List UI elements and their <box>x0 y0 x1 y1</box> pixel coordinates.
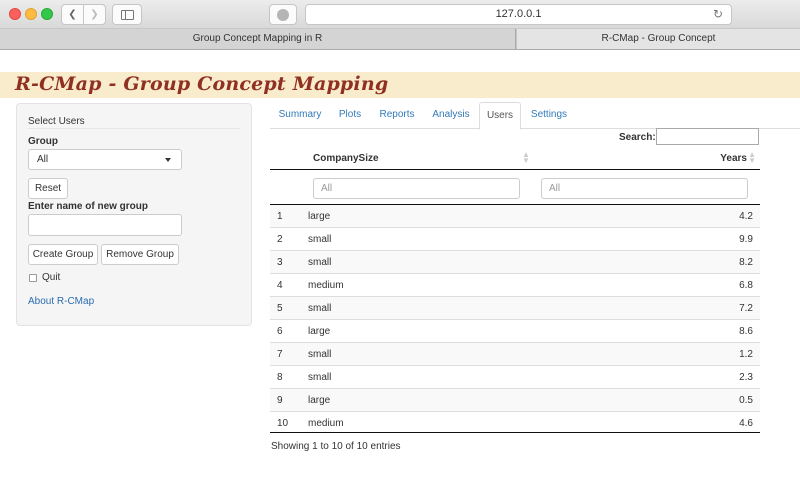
row-years: 7.2 <box>739 303 753 314</box>
puzzle-icon <box>277 8 289 21</box>
table-row: 4 medium 6.8 <box>270 274 760 297</box>
row-index: 3 <box>277 257 283 268</box>
row-years: 2.3 <box>739 372 753 383</box>
row-index: 7 <box>277 349 283 360</box>
remove-group-button[interactable]: Remove Group <box>101 244 179 265</box>
row-index: 4 <box>277 280 283 291</box>
quit-label: Quit <box>42 272 61 283</box>
minimize-window-button[interactable] <box>25 8 37 20</box>
browser-tab-1[interactable]: Group Concept Mapping in R <box>0 29 516 49</box>
table-row: 1 large 4.2 <box>270 205 760 228</box>
companysize-filter-input[interactable]: All <box>313 178 520 199</box>
sort-icon[interactable]: ▲ ▼ <box>522 151 530 165</box>
row-index: 10 <box>277 418 289 429</box>
row-companysize: large <box>308 211 331 222</box>
reset-button[interactable]: Reset <box>28 178 68 199</box>
table-row: 3 small 8.2 <box>270 251 760 274</box>
row-years: 4.2 <box>739 211 753 222</box>
table-row: 5 small 7.2 <box>270 297 760 320</box>
column-header-years[interactable]: Years <box>720 153 747 164</box>
row-index: 2 <box>277 234 283 245</box>
table-row: 7 small 1.2 <box>270 343 760 366</box>
table-footer-line <box>270 432 760 433</box>
row-years: 1.2 <box>739 349 753 360</box>
table-info: Showing 1 to 10 of 10 entries <box>271 441 401 452</box>
row-index: 8 <box>277 372 283 383</box>
row-companysize: small <box>308 257 332 268</box>
reload-icon[interactable]: ↻ <box>713 5 723 24</box>
new-group-input[interactable] <box>28 214 182 236</box>
tab-plots[interactable]: Plots <box>330 102 370 129</box>
row-years: 4.6 <box>739 418 753 429</box>
quit-checkbox[interactable] <box>29 274 37 282</box>
table-row: 9 large 0.5 <box>270 389 760 412</box>
extension-button[interactable] <box>269 4 297 25</box>
about-link[interactable]: About R-CMap <box>28 296 94 307</box>
table-header: CompanySize ▲ ▼ Years ▲ ▼ <box>270 148 760 170</box>
url-text: 127.0.0.1 <box>495 8 542 20</box>
row-companysize: medium <box>308 280 344 291</box>
group-select[interactable]: All <box>28 149 182 170</box>
years-filter-input[interactable]: All <box>541 178 748 199</box>
sidebar-icon <box>120 9 134 20</box>
main-tabs: Summary Plots Reports Analysis Users Set… <box>270 102 800 130</box>
row-index: 9 <box>277 395 283 406</box>
browser-titlebar: ❮ ❯ 127.0.0.1 ↻ <box>0 0 800 29</box>
tab-reports[interactable]: Reports <box>372 102 422 129</box>
table-row: 8 small 2.3 <box>270 366 760 389</box>
app-title: R-CMap - Group Concept Mapping <box>15 73 389 95</box>
create-group-button[interactable]: Create Group <box>28 244 98 265</box>
sidebar-section-title: Select Users <box>28 116 85 127</box>
divider <box>28 128 240 129</box>
zoom-window-button[interactable] <box>41 8 53 20</box>
row-companysize: small <box>308 372 332 383</box>
row-years: 8.6 <box>739 326 753 337</box>
column-filters: All All <box>270 171 760 205</box>
search-label: Search: <box>619 132 656 143</box>
back-button[interactable]: ❮ <box>61 4 84 25</box>
forward-button[interactable]: ❯ <box>83 4 106 25</box>
row-index: 1 <box>277 211 283 222</box>
row-companysize: small <box>308 303 332 314</box>
row-companysize: small <box>308 349 332 360</box>
show-sidebar-button[interactable] <box>112 4 142 25</box>
new-group-label: Enter name of new group <box>28 201 149 212</box>
sidebar-panel: Select Users Group All Reset Enter name … <box>16 103 252 326</box>
row-years: 0.5 <box>739 395 753 406</box>
sort-icon[interactable]: ▲ ▼ <box>748 151 756 165</box>
row-years: 8.2 <box>739 257 753 268</box>
group-label: Group <box>28 136 58 147</box>
browser-tab-2[interactable]: R-CMap - Group Concept <box>517 29 800 49</box>
tab-users[interactable]: Users <box>479 102 521 130</box>
close-window-button[interactable] <box>9 8 21 20</box>
tab-settings[interactable]: Settings <box>524 102 574 129</box>
chevron-right-icon: ❯ <box>90 9 99 20</box>
row-years: 6.8 <box>739 280 753 291</box>
browser-tabstrip: Group Concept Mapping in R R-CMap - Grou… <box>0 29 800 50</box>
address-bar[interactable]: 127.0.0.1 ↻ <box>305 4 732 25</box>
row-index: 5 <box>277 303 283 314</box>
table-row: 2 small 9.9 <box>270 228 760 251</box>
search-input[interactable] <box>656 128 759 145</box>
row-companysize: medium <box>308 418 344 429</box>
row-companysize: large <box>308 395 331 406</box>
chevron-left-icon: ❮ <box>68 9 77 20</box>
tab-summary[interactable]: Summary <box>272 102 328 129</box>
caret-down-icon <box>165 158 171 162</box>
tab-analysis[interactable]: Analysis <box>425 102 477 129</box>
row-companysize: large <box>308 326 331 337</box>
row-index: 6 <box>277 326 283 337</box>
row-companysize: small <box>308 234 332 245</box>
table-row: 6 large 8.6 <box>270 320 760 343</box>
row-years: 9.9 <box>739 234 753 245</box>
group-select-value: All <box>37 154 49 165</box>
column-header-companysize[interactable]: CompanySize <box>313 153 379 164</box>
